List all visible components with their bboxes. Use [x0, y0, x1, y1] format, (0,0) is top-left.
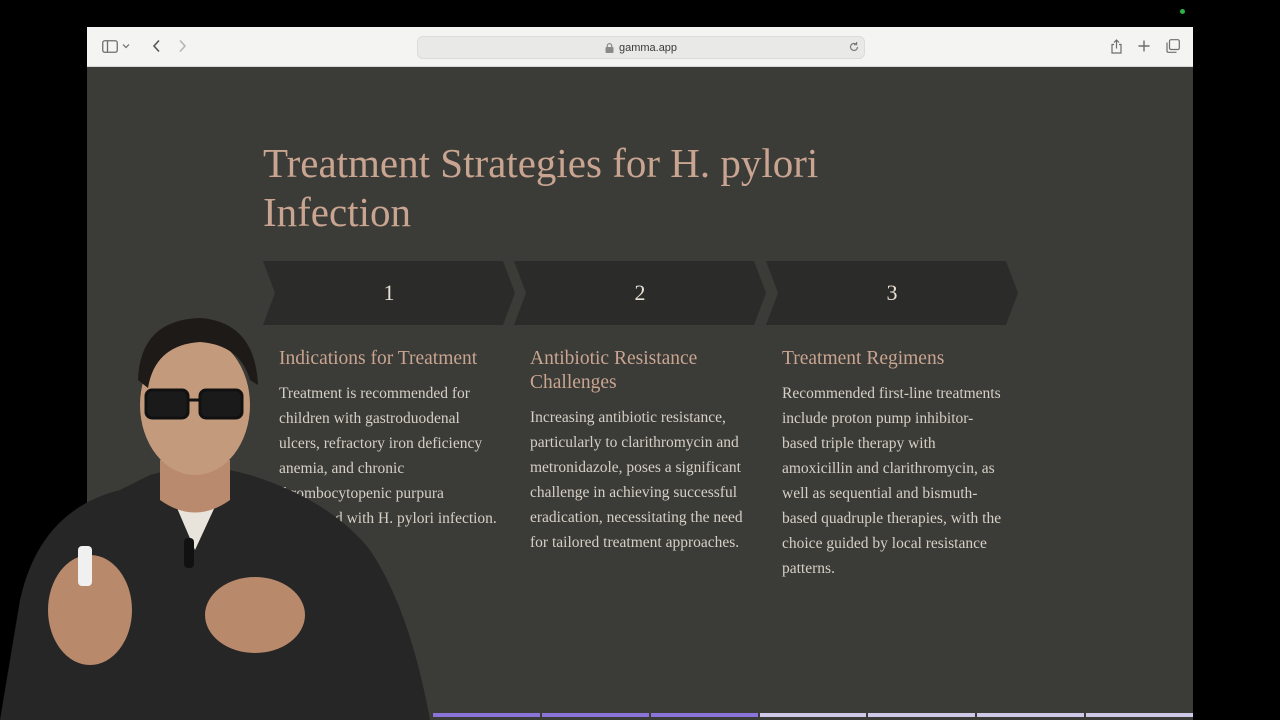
step-chevron-3: 3	[766, 261, 1018, 325]
forward-button[interactable]	[171, 36, 193, 56]
tabs-overview-button[interactable]	[1162, 36, 1184, 56]
step-number: 3	[886, 280, 898, 305]
progress-segment[interactable]	[868, 713, 976, 717]
step-heading: Antibiotic Resistance Challenges	[530, 348, 698, 393]
presenter-video-overlay	[0, 318, 430, 720]
slide-progress-bar[interactable]	[433, 713, 1193, 717]
lock-icon	[605, 42, 614, 53]
step-body: Recommended first-line treatments includ…	[782, 385, 1002, 577]
step-body: Increasing antibiotic resistance, partic…	[530, 409, 743, 551]
browser-toolbar: gamma.app	[87, 27, 1193, 67]
tabs-overview-icon	[1166, 39, 1180, 53]
progress-segment[interactable]	[1086, 713, 1193, 717]
new-tab-button[interactable]	[1133, 36, 1155, 56]
sidebar-toggle-button[interactable]	[99, 36, 121, 56]
progress-segment[interactable]	[541, 713, 649, 717]
slide-title-line-2: Infection	[263, 189, 411, 235]
sidebar-icon	[102, 39, 118, 53]
url-text: gamma.app	[618, 41, 678, 54]
new-tab-icon	[1138, 40, 1150, 52]
slide-title-line-1: Treatment Strategies for H. pylori	[263, 140, 819, 186]
address-bar[interactable]: gamma.app	[417, 36, 865, 59]
forward-icon	[178, 39, 186, 53]
recording-indicator	[1180, 9, 1185, 14]
progress-segment[interactable]	[759, 713, 867, 717]
share-icon	[1110, 38, 1122, 54]
back-button[interactable]	[145, 36, 167, 56]
step-number: 2	[634, 280, 646, 305]
progress-segment[interactable]	[433, 713, 540, 717]
progress-segment[interactable]	[977, 713, 1085, 717]
progress-segment[interactable]	[650, 713, 758, 717]
slide-title: Treatment Strategies for H. pylori Infec…	[263, 139, 963, 237]
step-heading: Treatment Regimens	[782, 348, 945, 369]
chevron-down-icon	[122, 44, 130, 49]
step-chevron-2: 2	[514, 261, 766, 325]
reload-icon[interactable]	[848, 41, 860, 53]
sidebar-menu-button[interactable]	[120, 36, 132, 56]
step-column-2: Antibiotic Resistance Challenges Increas…	[530, 347, 752, 555]
step-column-3: Treatment Regimens Recommended first-lin…	[782, 347, 1004, 581]
back-icon	[152, 39, 160, 53]
share-button[interactable]	[1105, 36, 1127, 56]
